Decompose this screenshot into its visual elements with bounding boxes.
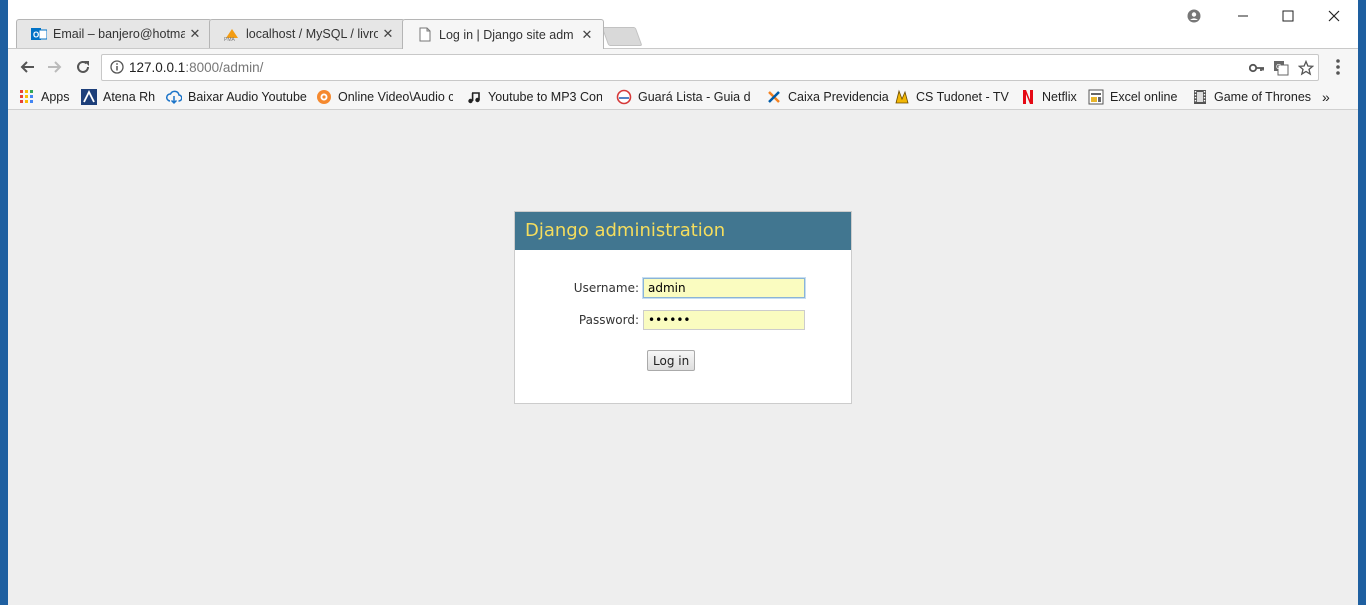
new-tab-button[interactable] (601, 27, 643, 46)
tab-title: Log in | Django site adm (439, 27, 574, 42)
bookmark-label: Online Video\Audio c (338, 90, 453, 104)
video-icon (316, 89, 332, 105)
login-button[interactable]: Log in (647, 350, 696, 371)
bookmark-online-video[interactable]: Online Video\Audio c (316, 88, 453, 106)
info-icon[interactable] (110, 60, 124, 77)
maximize-button[interactable] (1265, 0, 1311, 32)
bookmarks-bar: Apps Atena Rh Baixar Audio Youtube Onlin… (8, 85, 1358, 110)
apps-grid-icon (19, 89, 35, 105)
excel-icon (1088, 89, 1104, 105)
url-text: 127.0.0.1:8000/admin/ (129, 60, 263, 75)
bookmark-guara-lista[interactable]: Guará Lista - Guia de (616, 88, 751, 106)
close-icon[interactable]: ✕ (378, 26, 398, 42)
site-header: Django administration (515, 212, 851, 250)
tab-email[interactable]: O Email – banjero@hotmai ✕ (16, 19, 212, 48)
svg-text:O: O (33, 31, 39, 40)
svg-text:PMA: PMA (224, 37, 236, 42)
bookmark-label: CS Tudonet - TV (916, 90, 1009, 104)
password-label: Password: (578, 313, 639, 327)
password-input[interactable] (643, 310, 805, 330)
bookmark-apps[interactable]: Apps (19, 88, 70, 106)
atena-icon (81, 89, 97, 105)
bookmark-label: Youtube to MP3 Conv (488, 90, 602, 104)
bookmark-label: Guará Lista - Guia de (638, 90, 751, 104)
page-icon (417, 27, 433, 43)
bookmark-label: Atena Rh (103, 90, 156, 104)
bookmark-youtube-mp3[interactable]: Youtube to MP3 Conv (466, 88, 602, 106)
profile-icon[interactable] (1171, 0, 1217, 32)
bookmark-game-of-thrones[interactable]: Game of Thrones (1192, 88, 1311, 106)
url-host: 127.0.0.1 (129, 60, 186, 75)
bookmark-label: Excel online (1110, 90, 1178, 104)
reload-button[interactable] (70, 55, 96, 79)
outlook-icon: O (31, 26, 47, 42)
username-input[interactable] (643, 278, 805, 298)
tab-strip: O Email – banjero@hotmai ✕ PMA localhost… (8, 0, 1358, 49)
bookmark-label: Apps (41, 90, 70, 104)
caixa-icon (766, 89, 782, 105)
cs-icon (894, 89, 910, 105)
bookmark-excel-online[interactable]: Excel online (1088, 88, 1177, 106)
key-icon[interactable] (1248, 59, 1266, 77)
bookmark-label: Netflix (1042, 90, 1077, 104)
url-path: :8000/admin/ (185, 60, 264, 75)
bookmark-label: Caixa Previdencia (788, 90, 889, 104)
bookmarks-overflow-chevron-icon[interactable]: » (1322, 88, 1330, 106)
username-row: Username: (515, 278, 853, 300)
bookmark-baixar-audio[interactable]: Baixar Audio Youtube (166, 88, 307, 106)
address-bar[interactable]: 127.0.0.1:8000/admin/ G (101, 54, 1319, 81)
menu-icon[interactable] (1328, 57, 1348, 77)
tab-django-login[interactable]: Log in | Django site adm ✕ (402, 19, 604, 49)
phpmyadmin-icon: PMA (224, 26, 240, 42)
login-panel: Django administration Username: Password… (514, 211, 852, 404)
bookmark-cs-tudonet[interactable]: CS Tudonet - TV (894, 88, 1009, 106)
page-content: Django administration Username: Password… (8, 110, 1358, 605)
password-row: Password: (515, 310, 853, 332)
forward-button[interactable] (42, 55, 68, 79)
back-button[interactable] (14, 55, 40, 79)
browser-window: O Email – banjero@hotmai ✕ PMA localhost… (8, 0, 1358, 605)
bookmark-caixa[interactable]: Caixa Previdencia (766, 88, 889, 106)
bookmark-atena-rh[interactable]: Atena Rh (81, 88, 155, 106)
guara-icon (616, 89, 632, 105)
translate-icon[interactable]: G (1272, 59, 1290, 77)
tab-title: Email – banjero@hotmai (53, 27, 185, 41)
cloud-download-icon (166, 89, 182, 105)
music-note-icon (466, 89, 482, 105)
close-icon[interactable]: ✕ (185, 26, 205, 42)
tab-phpmyadmin[interactable]: PMA localhost / MySQL / livro ✕ (209, 19, 405, 48)
tab-title: localhost / MySQL / livro (246, 27, 378, 41)
bookmark-label: Game of Thrones (1214, 90, 1312, 104)
username-label: Username: (573, 281, 639, 295)
star-icon[interactable] (1297, 59, 1315, 77)
toolbar: 127.0.0.1:8000/admin/ G (8, 48, 1358, 85)
film-icon (1192, 89, 1208, 105)
close-window-button[interactable] (1311, 0, 1357, 32)
minimize-button[interactable] (1220, 0, 1266, 32)
bookmark-netflix[interactable]: Netflix (1020, 88, 1077, 106)
close-icon[interactable]: ✕ (577, 27, 597, 43)
netflix-icon (1020, 89, 1036, 105)
svg-text:G: G (1276, 64, 1281, 71)
bookmark-label: Baixar Audio Youtube (188, 90, 307, 104)
